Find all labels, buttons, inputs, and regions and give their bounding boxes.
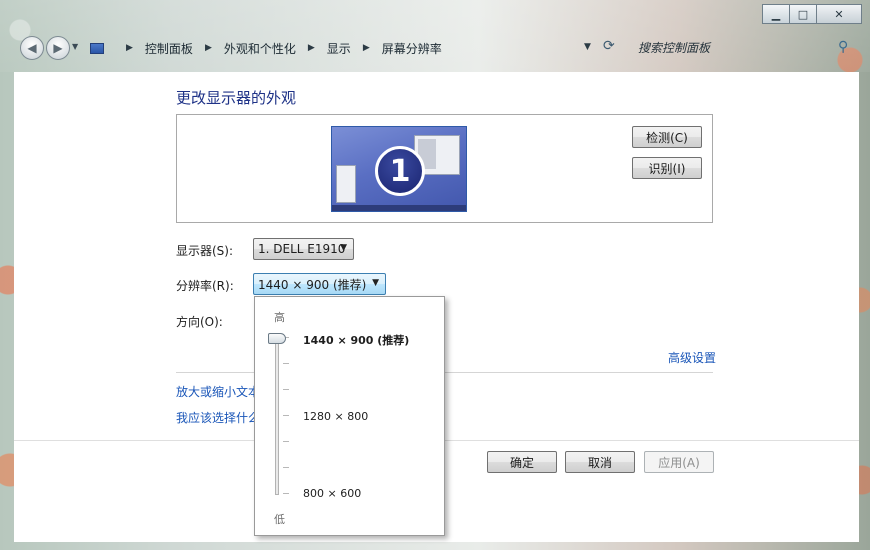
- forward-button[interactable]: ▶: [46, 36, 70, 60]
- back-button[interactable]: ◀: [20, 36, 44, 60]
- search-icon[interactable]: ⚲: [838, 39, 848, 55]
- cancel-button[interactable]: 取消: [565, 451, 635, 473]
- advanced-settings-link[interactable]: 高级设置: [668, 349, 716, 366]
- resolution-label: 分辨率(R):: [176, 279, 234, 293]
- slider-ticks: [283, 337, 291, 497]
- orientation-label: 方向(O):: [176, 315, 223, 329]
- resolution-low-label: 低: [274, 513, 285, 526]
- back-arrow-icon: ◀: [27, 41, 37, 55]
- display-select[interactable]: 1. DELL E1910 ▼: [253, 238, 354, 260]
- control-panel-icon: [90, 42, 104, 54]
- resolution-option[interactable]: 1280 × 800: [303, 410, 368, 423]
- help-choose-link[interactable]: 我应该选择什么: [176, 409, 260, 426]
- search-box: [634, 37, 860, 59]
- chevron-down-icon: ▼: [340, 243, 347, 253]
- address-dropdown-icon[interactable]: ▼: [584, 42, 591, 52]
- apply-button[interactable]: 应用(A): [644, 451, 714, 473]
- forward-arrow-icon: ▶: [53, 41, 63, 55]
- resolution-option[interactable]: 800 × 600: [303, 487, 361, 500]
- refresh-icon[interactable]: ⟳: [603, 38, 615, 54]
- chevron-right-icon[interactable]: ▶: [126, 43, 133, 53]
- resolution-select[interactable]: 1440 × 900 (推荐) ▼: [253, 273, 386, 295]
- preview-taskbar: [332, 205, 466, 211]
- breadcrumb-item-display[interactable]: 显示: [327, 40, 351, 57]
- breadcrumb-item-control-panel[interactable]: 控制面板: [145, 40, 193, 57]
- chevron-down-icon: ▼: [372, 278, 379, 288]
- chevron-right-icon[interactable]: ▶: [308, 43, 315, 53]
- display-select-value: 1. DELL E1910: [258, 242, 346, 256]
- monitor-number-badge: 1: [375, 146, 425, 196]
- breadcrumb-item-screen-resolution[interactable]: 屏幕分辨率: [382, 40, 442, 57]
- resolution-slider-thumb[interactable]: [268, 333, 286, 344]
- monitor-preview[interactable]: 1: [331, 126, 467, 212]
- enlarge-text-link[interactable]: 放大或缩小文本: [176, 383, 260, 400]
- caption-buttons: ▁ □ ✕: [762, 4, 862, 26]
- search-input[interactable]: [634, 41, 824, 55]
- breadcrumb: ▶ 控制面板 ▶ 外观和个性化 ▶ 显示 ▶ 屏幕分辨率: [86, 36, 626, 60]
- close-button[interactable]: ✕: [816, 4, 862, 24]
- maximize-button[interactable]: □: [789, 4, 817, 24]
- resolution-slider-track[interactable]: [275, 337, 279, 495]
- detect-button[interactable]: 检测(C): [632, 126, 702, 148]
- display-label: 显示器(S):: [176, 244, 234, 258]
- page-title: 更改显示器的外观: [176, 89, 297, 107]
- minimize-button[interactable]: ▁: [762, 4, 790, 24]
- resolution-select-value: 1440 × 900 (推荐): [258, 277, 367, 292]
- chevron-right-icon[interactable]: ▶: [205, 43, 212, 53]
- breadcrumb-item-appearance[interactable]: 外观和个性化: [224, 40, 296, 57]
- resolution-high-label: 高: [274, 311, 285, 324]
- preview-window-icon: [336, 165, 356, 203]
- identify-button[interactable]: 识别(I): [632, 157, 702, 179]
- recent-pages-dropdown[interactable]: ▼: [72, 42, 78, 51]
- ok-button[interactable]: 确定: [487, 451, 557, 473]
- chevron-right-icon[interactable]: ▶: [363, 43, 370, 53]
- resolution-option[interactable]: 1440 × 900 (推荐): [303, 332, 409, 348]
